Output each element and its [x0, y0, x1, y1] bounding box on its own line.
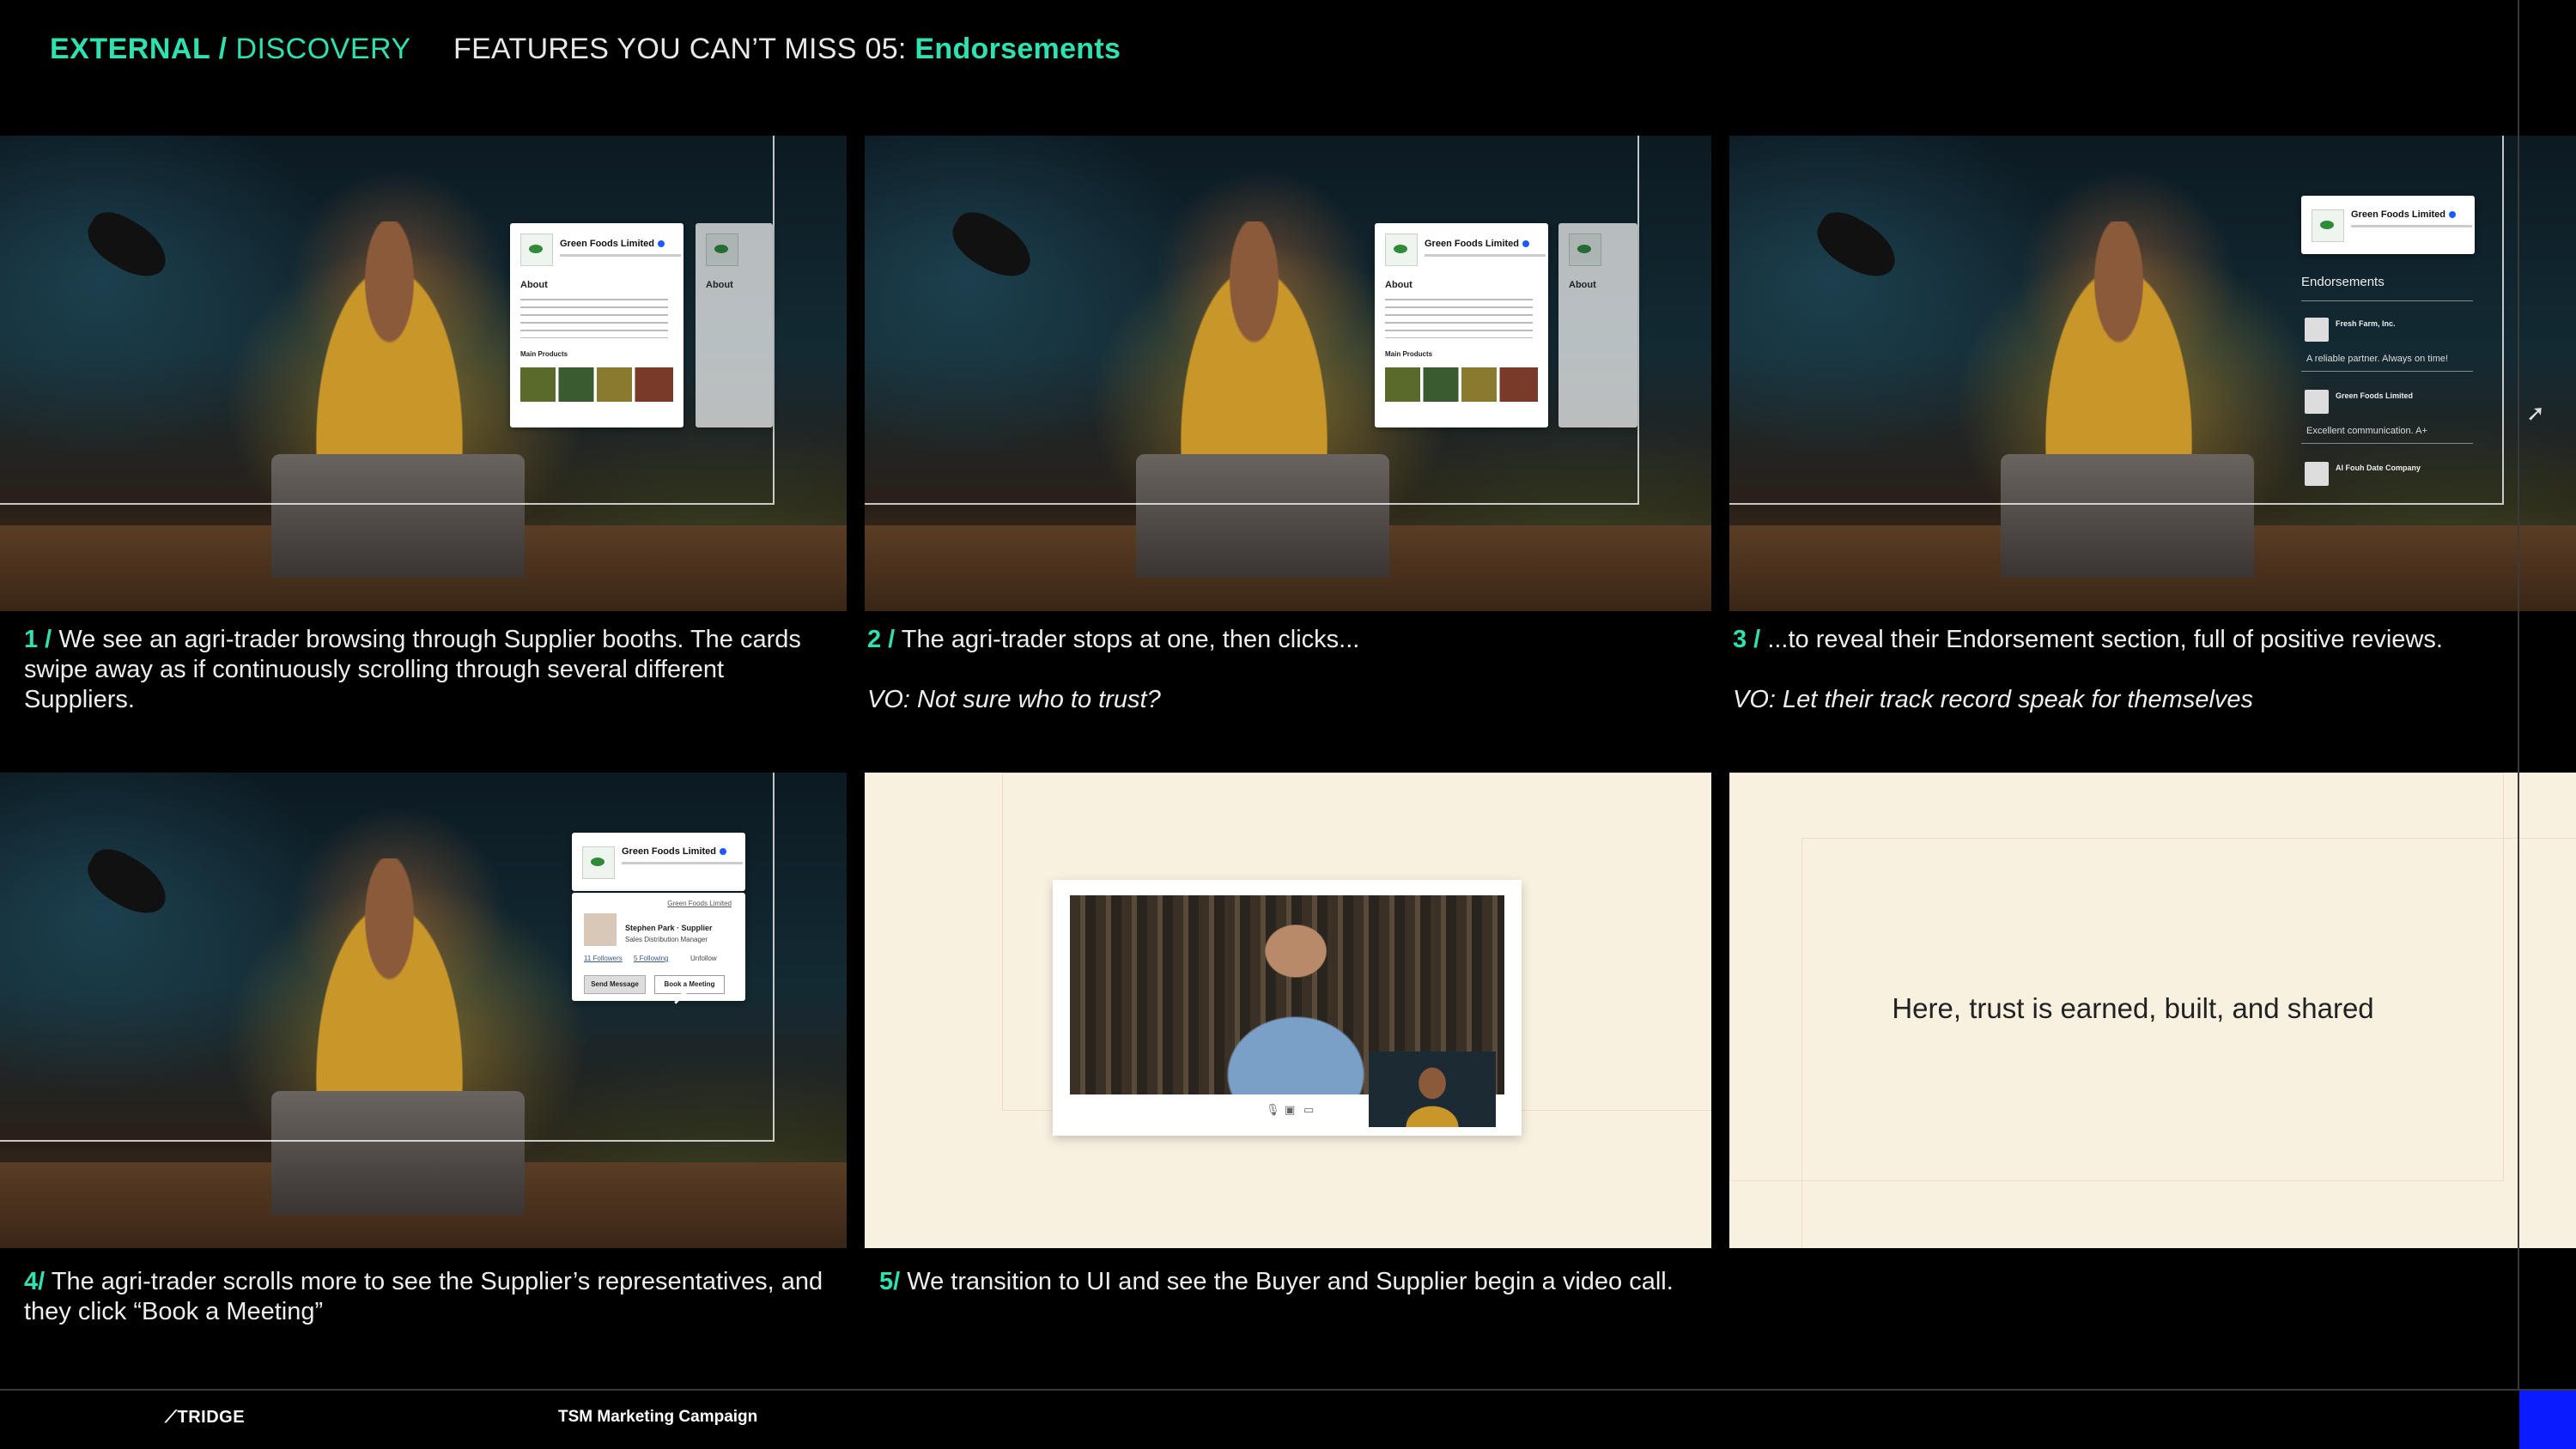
- section-label: EXTERNAL / DISCOVERY: [50, 33, 411, 66]
- caption-2: 2 / The agri-trader stops at one, then c…: [867, 625, 1692, 715]
- section-external: EXTERNAL /: [50, 33, 228, 65]
- cursor-icon: ➚: [671, 984, 690, 1009]
- storyboard-frame-2: Green Foods Limited About Main Products …: [865, 136, 1711, 611]
- caption-5: 5/ We transition to UI and see the Buyer…: [879, 1268, 1674, 1295]
- caption-4: 4/ The agri-trader scrolls more to see t…: [24, 1268, 823, 1325]
- video-call-window: 🎙 ▣ ▭: [1053, 880, 1522, 1136]
- company-logo: [582, 846, 615, 879]
- supplier-card: Green Foods Limited About Main Products: [510, 223, 683, 427]
- about-heading: About: [1569, 280, 1596, 290]
- supplier-card-next: About: [1558, 223, 1637, 427]
- page-title: FEATURES YOU CAN’T MISS 05: Endorsements: [453, 33, 1121, 66]
- company-name: Green Foods Limited: [622, 846, 727, 857]
- avatar: [2305, 462, 2329, 486]
- supplier-card-header: Green Foods Limited: [2301, 196, 2475, 254]
- rep-role: Sales Distribution Manager: [625, 936, 708, 943]
- send-message-button[interactable]: Send Message: [584, 975, 646, 994]
- company-name: Green Foods Limited: [2351, 209, 2457, 220]
- section-discovery: DISCOVERY: [235, 33, 411, 65]
- verified-icon: [2449, 211, 2457, 219]
- caption-3: 3 / ...to reveal their Endorsement secti…: [1733, 625, 2523, 715]
- video-feed-buyer: [1369, 1052, 1496, 1127]
- verified-icon: [658, 240, 665, 248]
- company-logo: [1385, 233, 1418, 266]
- company-logo: [2312, 209, 2344, 242]
- avatar: [584, 913, 617, 946]
- unfollow-button[interactable]: Unfollow: [690, 955, 717, 962]
- products-heading: Main Products: [520, 350, 568, 358]
- about-heading: About: [1385, 280, 1413, 290]
- avatar: [2305, 390, 2329, 414]
- rep-name: Stephen Park · Supplier: [625, 924, 713, 932]
- company-logo: [520, 233, 553, 266]
- supplier-card-header: Green Foods Limited: [572, 833, 745, 891]
- footer-divider: [0, 1389, 2576, 1391]
- followers-link[interactable]: 11 Followers: [584, 955, 623, 962]
- company-logo: [706, 233, 738, 266]
- storyboard-frame-1: Green Foods Limited About Main Products …: [0, 136, 847, 611]
- camera-icon[interactable]: ▣: [1285, 1103, 1295, 1117]
- supplier-card-next: About: [696, 223, 773, 427]
- feature-highlight: Endorsements: [914, 33, 1121, 65]
- endorsements-title: Endorsements: [2301, 275, 2385, 289]
- feature-prefix: FEATURES YOU CAN’T MISS 05:: [453, 33, 907, 65]
- storyboard-frame-3: Green Foods Limited Endorsements Fresh F…: [1729, 136, 2576, 611]
- supplier-card: Green Foods Limited About Main Products: [1375, 223, 1548, 427]
- right-divider: [2518, 0, 2519, 1391]
- voiceover-3: VO: Let their track record speak for the…: [1733, 686, 2254, 713]
- verified-icon: [1522, 240, 1530, 248]
- cursor-icon: ➚: [2526, 400, 2545, 426]
- tagline: Here, trust is earned, built, and shared: [1892, 992, 2374, 1024]
- company-name: Green Foods Limited: [1425, 239, 1530, 249]
- campaign-name: TSM Marketing Campaign: [558, 1408, 758, 1426]
- caption-1: 1 / We see an agri-trader browsing throu…: [24, 626, 801, 713]
- storyboard-frame-4: Green Foods Limited Green Foods Limited …: [0, 773, 847, 1248]
- about-heading: About: [520, 280, 548, 290]
- footer-color-block: [2519, 1391, 2576, 1449]
- screen-share-icon[interactable]: ▭: [1303, 1103, 1314, 1117]
- tridge-logo: ⟋TRIDGE: [165, 1408, 246, 1427]
- products-heading: Main Products: [1385, 350, 1433, 358]
- voiceover-2: VO: Not sure who to trust?: [867, 686, 1161, 713]
- following-link[interactable]: 5 Following: [634, 955, 668, 962]
- microphone-icon[interactable]: 🎙: [1266, 1103, 1280, 1117]
- verified-icon: [720, 848, 727, 856]
- endorsements-section: Endorsements Fresh Farm, Inc. A reliable…: [2301, 275, 2475, 498]
- company-logo: [1569, 233, 1601, 266]
- rep-company: Green Foods Limited: [667, 900, 732, 907]
- product-thumbnails: [1385, 367, 1538, 402]
- representative-card: Green Foods Limited Stephen Park · Suppl…: [572, 893, 745, 1001]
- product-thumbnails: [520, 367, 673, 402]
- company-name: Green Foods Limited: [560, 239, 665, 249]
- avatar: [2305, 318, 2329, 342]
- about-heading: About: [706, 280, 733, 290]
